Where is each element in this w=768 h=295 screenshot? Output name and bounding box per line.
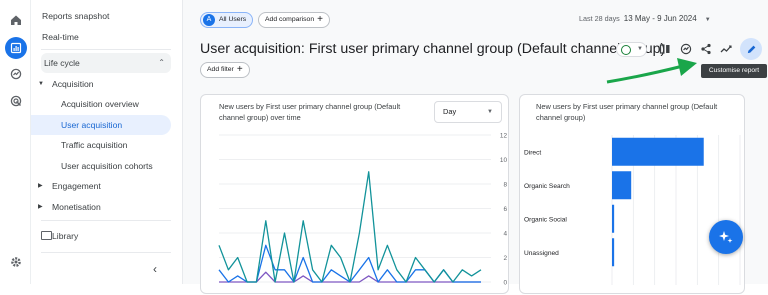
- reports-icon[interactable]: [5, 37, 27, 59]
- sidebar-item-user-acquisition[interactable]: User acquisition: [31, 115, 171, 135]
- explore-icon[interactable]: [7, 65, 25, 83]
- page-title: User acquisition: First user primary cha…: [200, 41, 666, 57]
- bar-category-label: Direct: [524, 149, 541, 156]
- bar: [612, 171, 632, 200]
- y-tick-label: 12: [500, 133, 508, 140]
- bar-category-label: Unassigned: [524, 250, 559, 257]
- bar: [612, 137, 704, 166]
- caret-right-icon: ▶: [38, 204, 43, 210]
- date-range-label: Last 28 days: [579, 14, 620, 23]
- y-tick-label: 8: [503, 182, 507, 189]
- green-arrow-annotation: [606, 58, 697, 84]
- customise-report-button[interactable]: [740, 38, 762, 60]
- series-line: [218, 171, 482, 283]
- sidebar-divider: [41, 49, 171, 50]
- bar-chart: Direct Organic Search Organic Social Unassi…: [524, 135, 741, 285]
- line-chart: 12 10 8 6 4 2 0: [218, 133, 508, 287]
- trend-icon[interactable]: [718, 41, 734, 57]
- sidebar-item-acquisition-overview[interactable]: Acquisition overview: [31, 94, 183, 114]
- report-status-button[interactable]: ▼: [616, 42, 647, 57]
- bar-category-label: Organic Search: [524, 183, 570, 190]
- plus-icon: +: [236, 64, 243, 75]
- advertising-icon[interactable]: [7, 92, 25, 110]
- bar-category-label: Organic Social: [524, 216, 567, 223]
- y-tick-label: 4: [503, 231, 507, 238]
- check-circle-icon: [621, 45, 631, 55]
- add-filter-button[interactable]: Add filter +: [200, 62, 250, 78]
- date-range-value: 13 May - 9 Jun 2024: [623, 14, 697, 23]
- bar: [612, 238, 615, 267]
- sidebar-item-acquisition[interactable]: ▼ Acquisition: [31, 74, 183, 94]
- sidebar-item-label: Acquisition: [52, 79, 94, 89]
- sidebar-item-monetisation[interactable]: ▶ Monetisation: [31, 197, 183, 217]
- caret-down-icon: ▼: [38, 81, 44, 87]
- audience-chip[interactable]: A All Users: [200, 12, 254, 28]
- y-tick-label: 10: [500, 157, 508, 164]
- y-tick-label: 2: [503, 255, 507, 262]
- sidebar-item-label: Engagement: [52, 181, 101, 191]
- plus-icon: +: [317, 14, 323, 25]
- customise-report-tooltip: Customise report: [701, 64, 767, 78]
- sidebar-section-label: Life cycle: [44, 58, 80, 68]
- settings-icon[interactable]: [7, 253, 25, 271]
- sidebar-item-label: Monetisation: [52, 202, 101, 212]
- sidebar-section-life-cycle[interactable]: Life cycle ⌃: [41, 53, 171, 73]
- collapse-sidebar-icon[interactable]: ‹: [153, 262, 157, 276]
- series-line: [218, 244, 481, 283]
- date-range-picker[interactable]: Last 28 days 13 May - 9 Jun 2024 ▼: [579, 14, 711, 23]
- home-icon[interactable]: [7, 11, 25, 29]
- sidebar-item-traffic-acquisition[interactable]: Traffic acquisition: [31, 135, 183, 155]
- add-filter-label: Add filter: [207, 66, 234, 73]
- sidebar-divider: [41, 220, 171, 221]
- caret-down-icon: ▼: [704, 17, 711, 23]
- caret-right-icon: ▶: [38, 183, 43, 189]
- sidebar-item-library[interactable]: Library: [31, 226, 183, 246]
- sidebar-item-engagement[interactable]: ▶ Engagement: [31, 176, 183, 196]
- caret-down-icon: ▼: [637, 46, 643, 52]
- sidebar-item-reports-snapshot[interactable]: Reports snapshot: [42, 6, 194, 26]
- line-chart-card: New users by First user primary channel …: [200, 94, 509, 294]
- audience-label: All Users: [219, 16, 247, 23]
- sidebar-item-user-acquisition-cohorts[interactable]: User acquisition cohorts: [31, 156, 183, 176]
- audience-avatar: A: [203, 14, 215, 26]
- y-tick-label: 6: [503, 206, 507, 213]
- sparkle-icon: [719, 231, 733, 243]
- bar-chart-card: New users by First user primary channel …: [519, 94, 745, 294]
- sidebar-item-realtime[interactable]: Real-time: [42, 27, 194, 47]
- y-tick-label: 0: [503, 280, 507, 287]
- nav-rail: [0, 0, 31, 284]
- compare-icon[interactable]: [657, 41, 673, 57]
- report-main: A All Users Add comparison + Last 28 days…: [183, 0, 768, 294]
- sidebar-divider: [41, 252, 171, 253]
- share-icon[interactable]: [698, 41, 714, 57]
- pencil-icon: [747, 45, 755, 53]
- reports-sidebar: Reports snapshot Real-time Life cycle ⌃ …: [31, 0, 183, 284]
- add-comparison-label: Add comparison: [265, 16, 315, 23]
- add-comparison-button[interactable]: Add comparison +: [258, 12, 330, 28]
- chevron-up-icon: ⌃: [158, 58, 165, 67]
- insights-fab[interactable]: [709, 220, 743, 254]
- insights-icon[interactable]: [678, 41, 694, 57]
- bar: [612, 204, 615, 233]
